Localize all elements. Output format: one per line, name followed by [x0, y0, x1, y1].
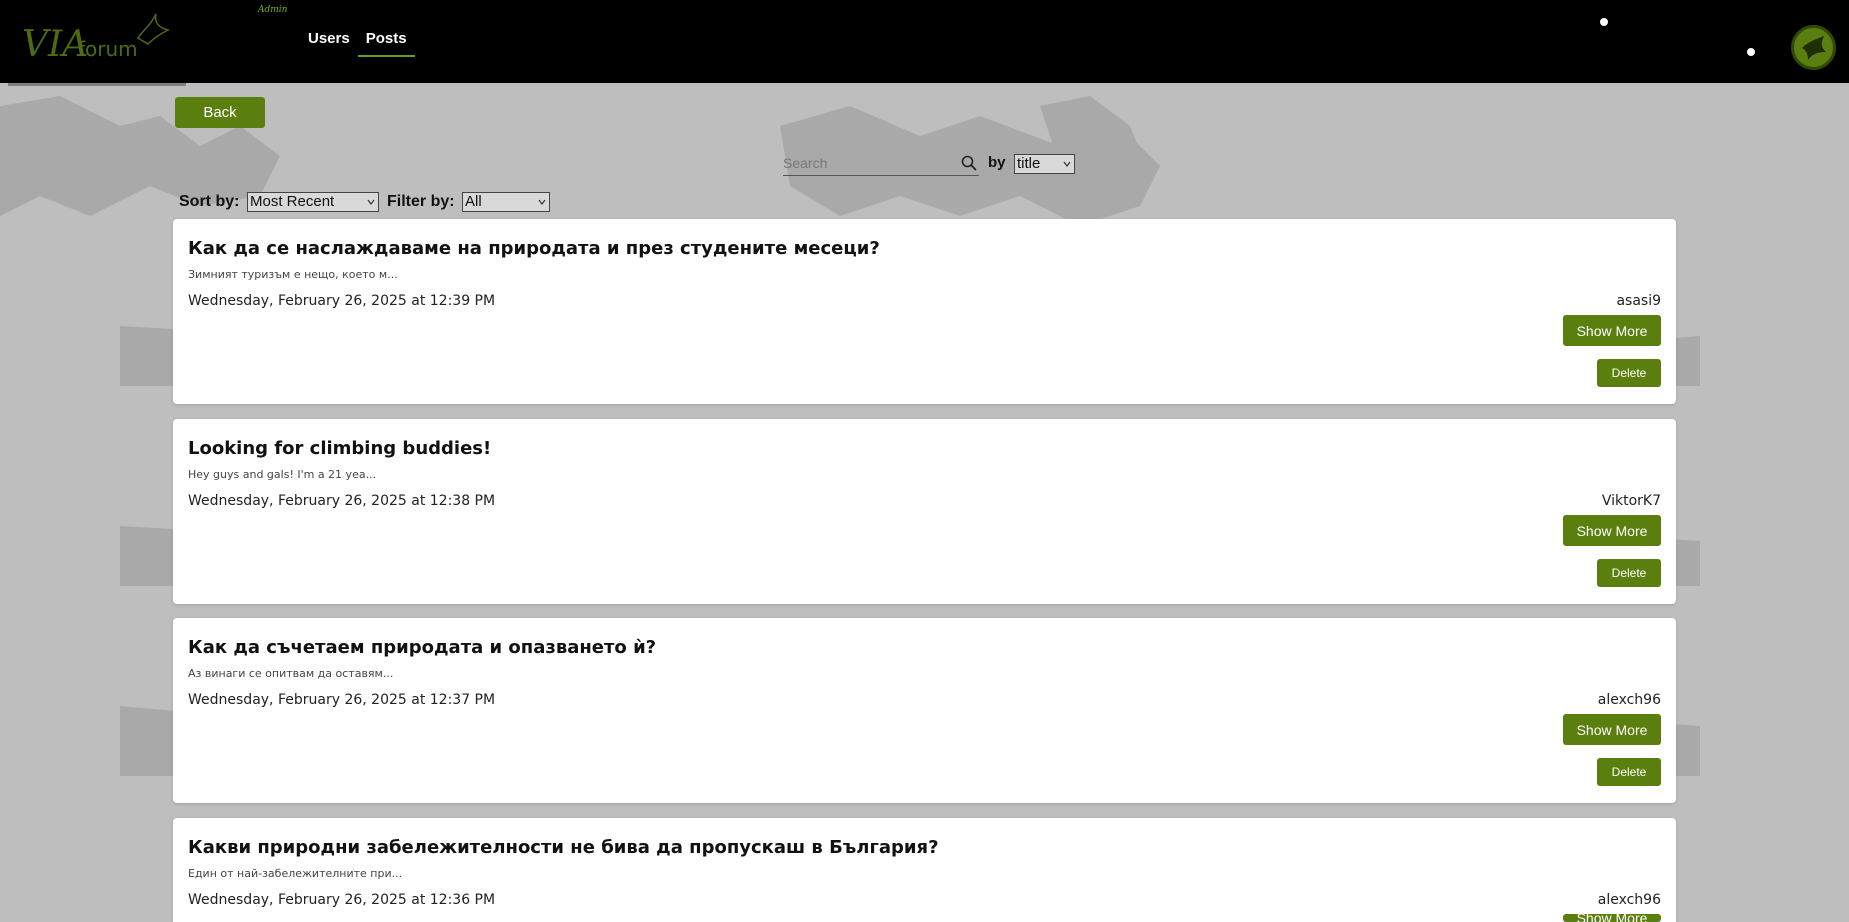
- post-date: Wednesday, February 26, 2025 at 12:39 PM: [188, 293, 496, 309]
- logo-underline: [8, 83, 186, 86]
- sort-value: Most Recent: [250, 193, 335, 210]
- nav-users[interactable]: Users: [300, 26, 358, 57]
- post-title: Looking for climbing buddies!: [188, 438, 492, 459]
- post-date: Wednesday, February 26, 2025 at 12:38 PM: [188, 493, 496, 509]
- chevron-down-icon: [538, 199, 546, 205]
- sort-label: Sort by:: [179, 193, 240, 210]
- post-author: alexch96: [1597, 692, 1661, 708]
- show-more-button[interactable]: Show More: [1563, 714, 1661, 745]
- delete-button[interactable]: Delete: [1597, 559, 1661, 587]
- post-author: alexch96: [1597, 892, 1661, 908]
- post-card: Как да съчетаем природата и опазването ѝ…: [173, 618, 1676, 803]
- sort-select[interactable]: Most Recent: [247, 192, 379, 212]
- search-by-select[interactable]: title: [1014, 154, 1075, 174]
- main-nav: Users Posts: [300, 26, 415, 57]
- post-title: Как да съчетаем природата и опазването ѝ…: [188, 637, 657, 658]
- site-logo[interactable]: VIA forum: [20, 8, 180, 66]
- show-more-button[interactable]: Show More: [1563, 515, 1661, 546]
- post-card: Какви природни забележителности не бива …: [173, 818, 1676, 922]
- search-box: [783, 152, 979, 176]
- post-excerpt: Hey guys and gals! I'm a 21 yea...: [188, 468, 377, 481]
- post-excerpt: Аз винаги се опитвам да оставям...: [188, 667, 394, 680]
- show-more-button[interactable]: Show More: [1563, 315, 1661, 346]
- filter-value: All: [465, 193, 482, 210]
- search-input[interactable]: [783, 152, 953, 174]
- search-by-label: by: [988, 154, 1006, 171]
- back-button[interactable]: Back: [175, 97, 265, 128]
- admin-label: Admin: [258, 5, 288, 15]
- svg-text:forum: forum: [78, 37, 138, 61]
- post-title: Как да се наслаждаваме на природата и пр…: [188, 238, 880, 259]
- indicator-dot: [1747, 48, 1755, 56]
- post-author: ViktorK7: [1601, 493, 1661, 509]
- post-excerpt: Един от най-забележителните при...: [188, 867, 403, 880]
- post-title: Какви природни забележителности не бива …: [188, 837, 939, 858]
- avatar[interactable]: [1791, 25, 1836, 70]
- delete-button[interactable]: Delete: [1597, 758, 1661, 786]
- post-card: Как да се наслаждаваме на природата и пр…: [173, 219, 1676, 404]
- post-excerpt: Зимният туризъм е нещо, което м...: [188, 268, 398, 281]
- show-more-button[interactable]: Show More: [1563, 914, 1661, 922]
- bird-icon: [1802, 36, 1826, 60]
- search-by-value: title: [1017, 155, 1041, 172]
- post-author: asasi9: [1616, 293, 1661, 309]
- chevron-down-icon: [1063, 161, 1071, 167]
- indicator-dot: [1600, 18, 1608, 26]
- chevron-down-icon: [367, 199, 375, 205]
- post-card: Looking for climbing buddies! Hey guys a…: [173, 419, 1676, 604]
- search-icon[interactable]: [961, 155, 977, 171]
- delete-button[interactable]: Delete: [1597, 359, 1661, 387]
- post-date: Wednesday, February 26, 2025 at 12:37 PM: [188, 692, 496, 708]
- filter-select[interactable]: All: [462, 192, 550, 212]
- nav-posts[interactable]: Posts: [357, 26, 415, 57]
- filter-label: Filter by:: [387, 193, 455, 210]
- top-navbar: VIA forum Admin Users Posts: [0, 0, 1849, 83]
- post-date: Wednesday, February 26, 2025 at 12:36 PM: [188, 892, 496, 908]
